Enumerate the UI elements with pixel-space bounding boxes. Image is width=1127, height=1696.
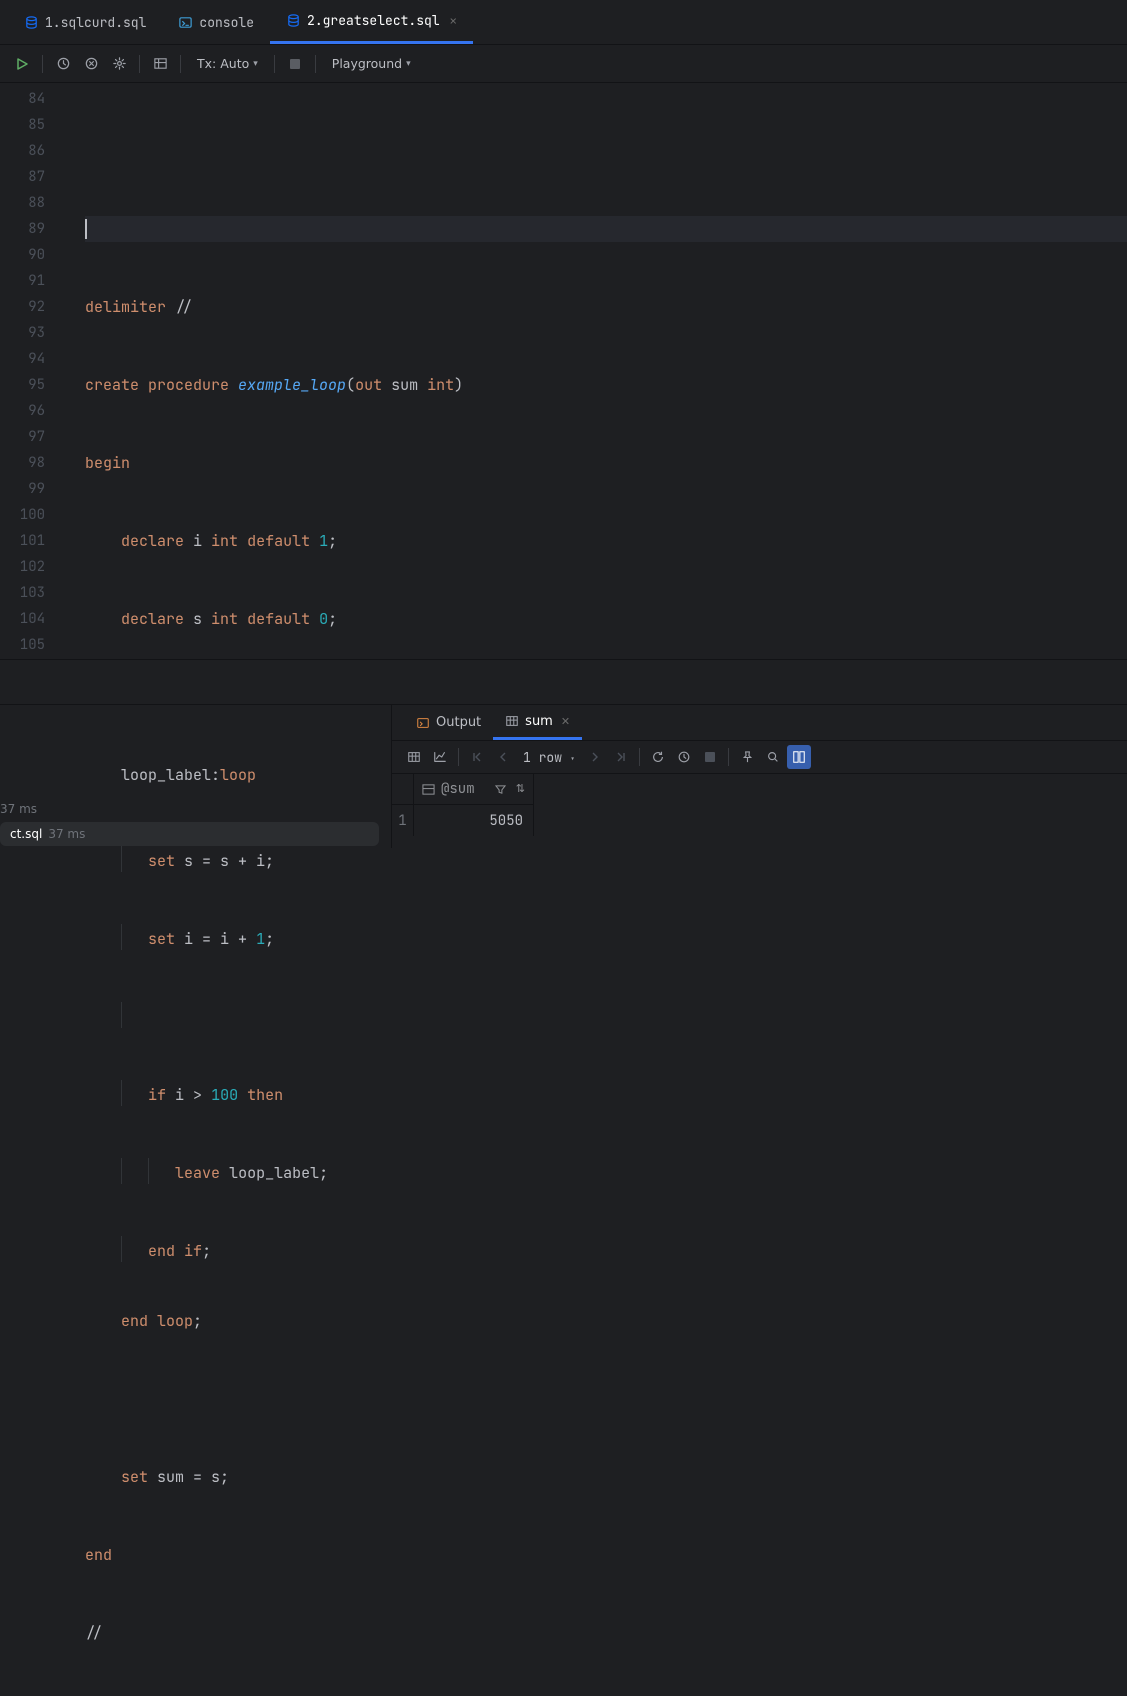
database-icon — [24, 15, 39, 30]
run-button[interactable] — [10, 52, 34, 76]
database-icon — [286, 13, 301, 28]
playground-label: Playground — [332, 56, 402, 71]
playground-select[interactable]: Playground ▾ — [324, 56, 419, 71]
stop-button[interactable] — [283, 52, 307, 76]
tab-label: Output — [436, 715, 481, 730]
table-icon — [505, 714, 519, 728]
services-file: ct.sql — [10, 827, 42, 841]
console-icon — [178, 15, 193, 30]
editor-tab-bar: 1.sqlcurd.sql console 2.greatselect.sql … — [0, 0, 1127, 45]
tab-output[interactable]: Output — [404, 705, 493, 740]
output-icon — [416, 716, 430, 730]
code-editor[interactable]: 84 85 86 87 88 89 90 91 92 93 94 95 96 9… — [0, 83, 1127, 659]
chevron-down-icon: ▾ — [406, 59, 411, 69]
settings-icon[interactable] — [107, 52, 131, 76]
close-icon[interactable]: ✕ — [450, 13, 457, 29]
tab-sqlcurd[interactable]: 1.sqlcurd.sql — [8, 0, 162, 44]
chevron-down-icon: ▾ — [253, 59, 258, 69]
services-time: 37 ms — [48, 827, 85, 841]
history-icon[interactable] — [51, 52, 75, 76]
tab-label: 2.greatselect.sql — [307, 12, 440, 29]
table-view-icon[interactable] — [148, 52, 172, 76]
code-area[interactable]: delimiter // create procedure example_lo… — [85, 83, 1127, 659]
editor-toolbar: Tx: Auto ▾ Playground ▾ — [0, 45, 1127, 83]
gutter: 84 85 86 87 88 89 90 91 92 93 94 95 96 9… — [0, 83, 55, 659]
tab-console[interactable]: console — [162, 0, 270, 44]
rollback-icon[interactable] — [79, 52, 103, 76]
close-icon[interactable]: ✕ — [561, 715, 570, 728]
tab-sum[interactable]: sum ✕ — [493, 705, 582, 740]
tx-label: Tx: Auto — [197, 56, 249, 71]
tab-greatselect[interactable]: 2.greatselect.sql ✕ — [270, 0, 473, 44]
tab-label: console — [199, 14, 254, 31]
tab-label: sum — [525, 714, 553, 729]
tab-label: 1.sqlcurd.sql — [45, 14, 146, 31]
tx-mode-select[interactable]: Tx: Auto ▾ — [189, 56, 266, 71]
